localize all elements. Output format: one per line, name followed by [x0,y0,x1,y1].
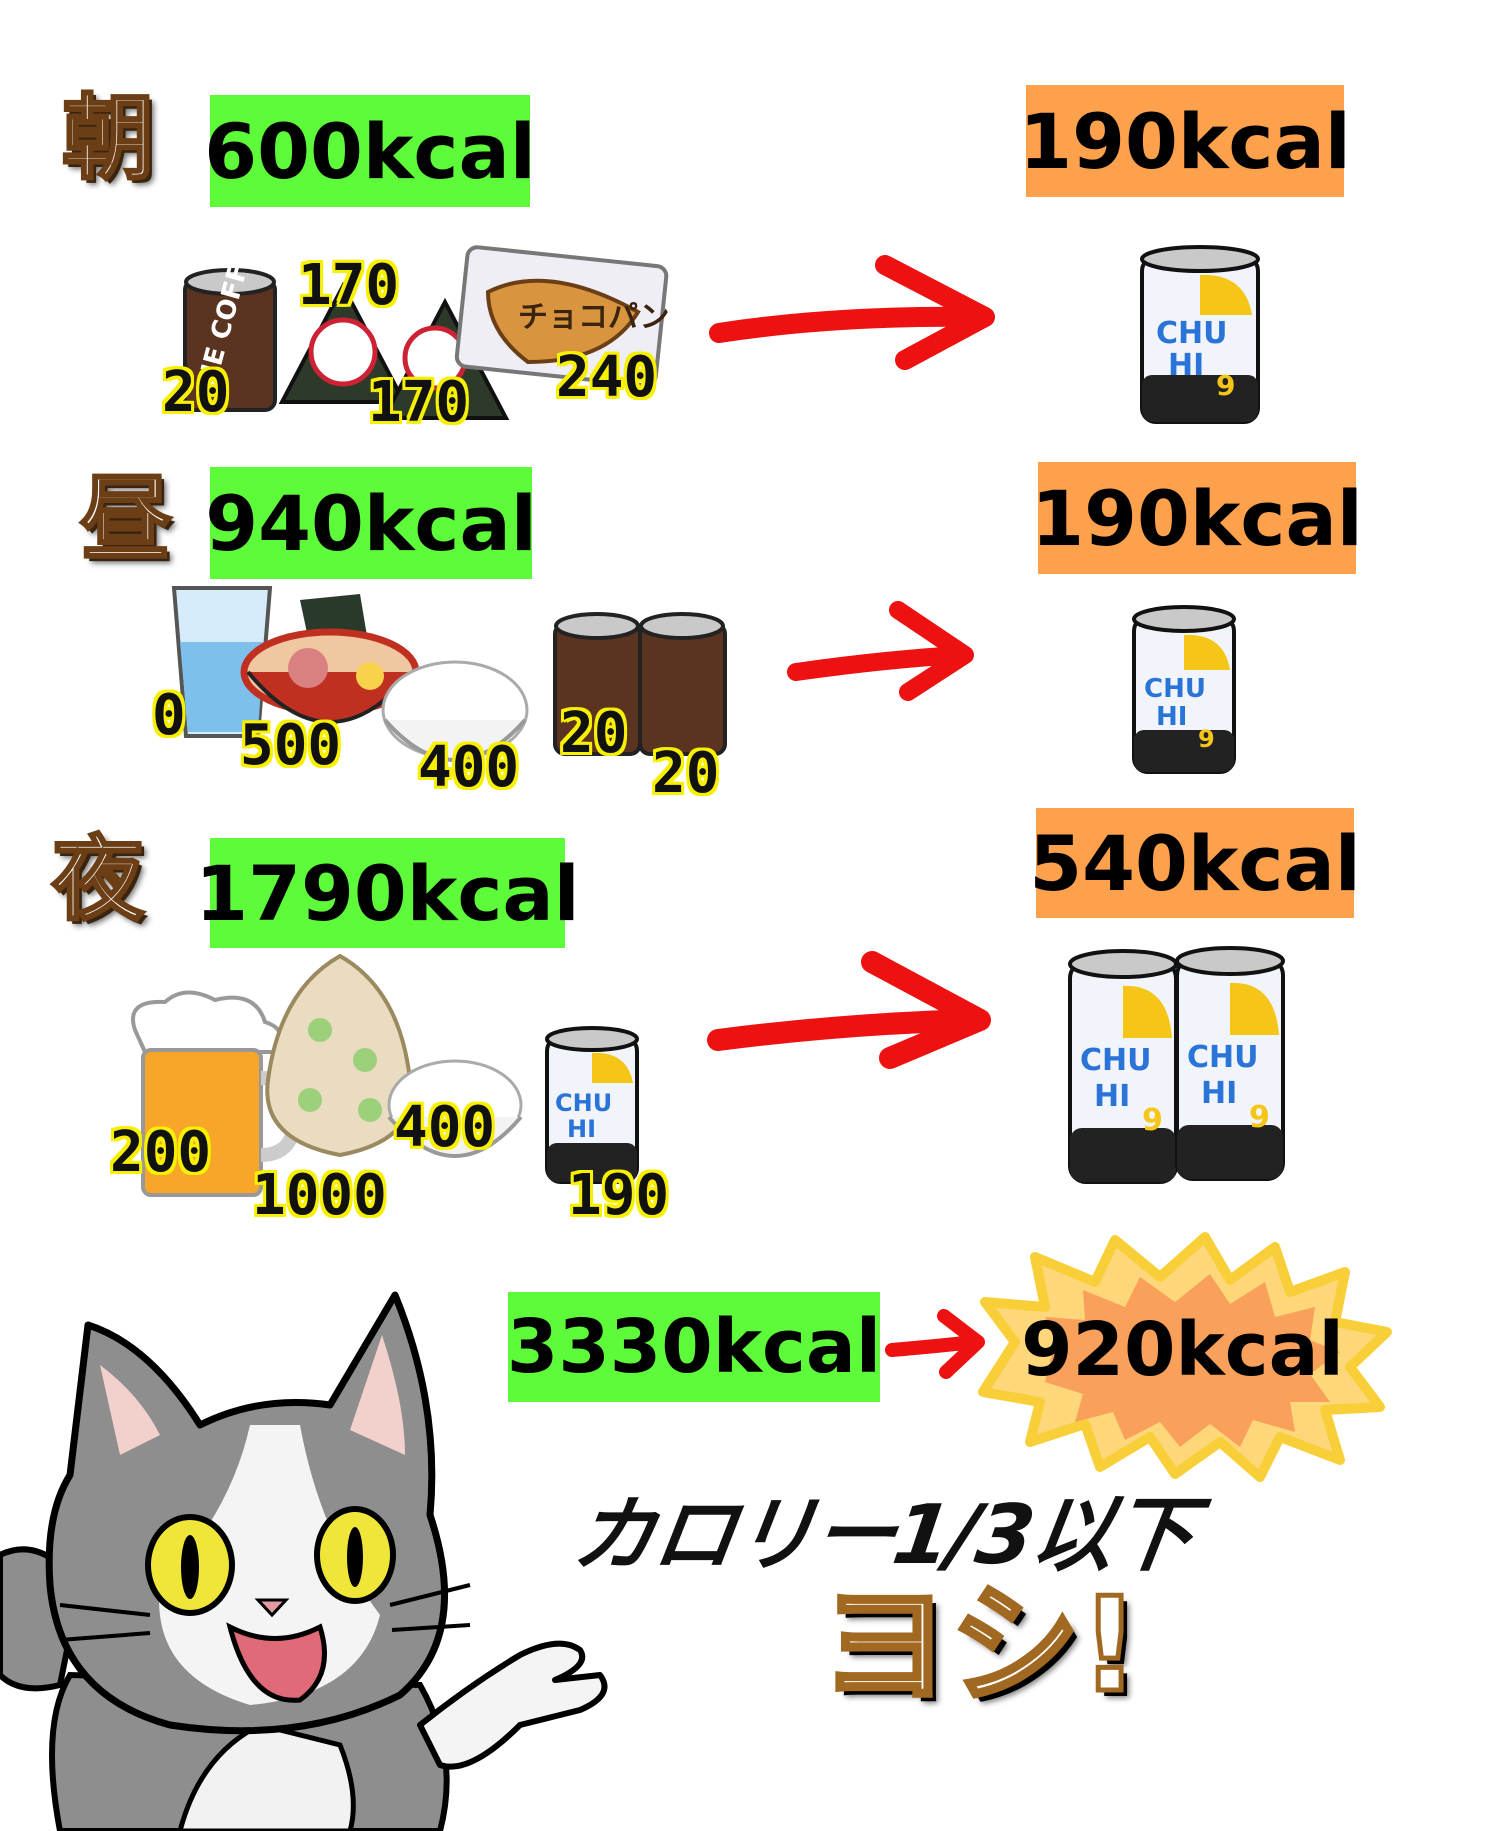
chuhi-pct: 9 [1249,1100,1270,1135]
lunch-item-kcal-coffee-1: 20 [560,701,628,766]
coffee-can-icon-3 [638,612,727,756]
pan-label: チョコパン [518,300,670,335]
breakfast-total-badge: 600kcal [204,95,536,207]
dinner-item-kcal-chuhi: 190 [568,1163,670,1228]
lunch-after-badge: 190kcal [1031,462,1363,574]
chuhi-can-icon-5: CHU HI 9 [1175,946,1285,1181]
chuhi-can-icon-4: CHU HI 9 [1068,949,1178,1184]
summary-after-value: 920kcal [1021,1307,1344,1393]
breakfast-item-kcal-onigiri-1: 170 [298,253,400,318]
meal-label-lunch: 昼 [78,465,173,573]
arrow-icon-3 [707,951,991,1069]
chuhi-can-icon-3: CHU HI [545,1026,639,1184]
breakfast-item-kcal-onigiri-2: 170 [368,370,470,435]
chuhi-can-icon-2: CHU HI 9 [1132,605,1236,774]
lunch-item-kcal-water: 0 [152,683,186,748]
cat-icon [0,1291,608,1831]
chuhi-text-2: HI [1201,1076,1237,1111]
chuhi-pct: 9 [1142,1103,1163,1138]
chuhi-text-2: HI [1168,348,1204,383]
chuhi-text-1: CHU [1144,674,1206,704]
arrow-icon [709,255,995,370]
dinner-item-kcal-dish: 1000 [252,1163,387,1228]
dinner-item-kcal-beer: 200 [110,1120,212,1185]
dinner-after-badge: 540kcal [1029,808,1361,918]
breakfast-after-badge: 190kcal [1019,85,1351,197]
chuhi-text-1: CHU [555,1089,612,1117]
chuhi-text-1: CHU [1080,1043,1151,1078]
lunch-item-kcal-coffee-2: 20 [652,741,720,806]
chuhi-text-2: HI [1094,1079,1130,1114]
chuhi-can-icon: CHU HI 9 [1140,245,1260,424]
breakfast-item-kcal-bread: 240 [556,345,658,410]
chuhi-text-2: HI [1156,702,1187,732]
chuhi-pct: 9 [1216,369,1235,402]
arrow-icon-2 [787,601,974,701]
chuhi-pct: 9 [1198,725,1215,753]
yoshi-text: ヨシ! [817,1569,1141,1721]
meal-label-breakfast: 朝 [60,84,155,192]
lunch-item-kcal-ramen: 500 [240,713,342,778]
chuhi-text-2: HI [567,1115,596,1143]
meal-label-dinner: 夜 [50,825,145,933]
dinner-total-badge: 1790kcal [195,838,580,948]
chuhi-text-1: CHU [1156,316,1227,351]
breakfast-item-kcal-coffee: 20 [162,360,230,425]
dinner-item-kcal-rice: 400 [394,1095,496,1160]
arrow-icon-4 [885,1309,985,1379]
lunch-total-badge: 940kcal [205,467,537,579]
chuhi-text-1: CHU [1187,1040,1258,1075]
lunch-item-kcal-rice: 400 [418,735,520,800]
